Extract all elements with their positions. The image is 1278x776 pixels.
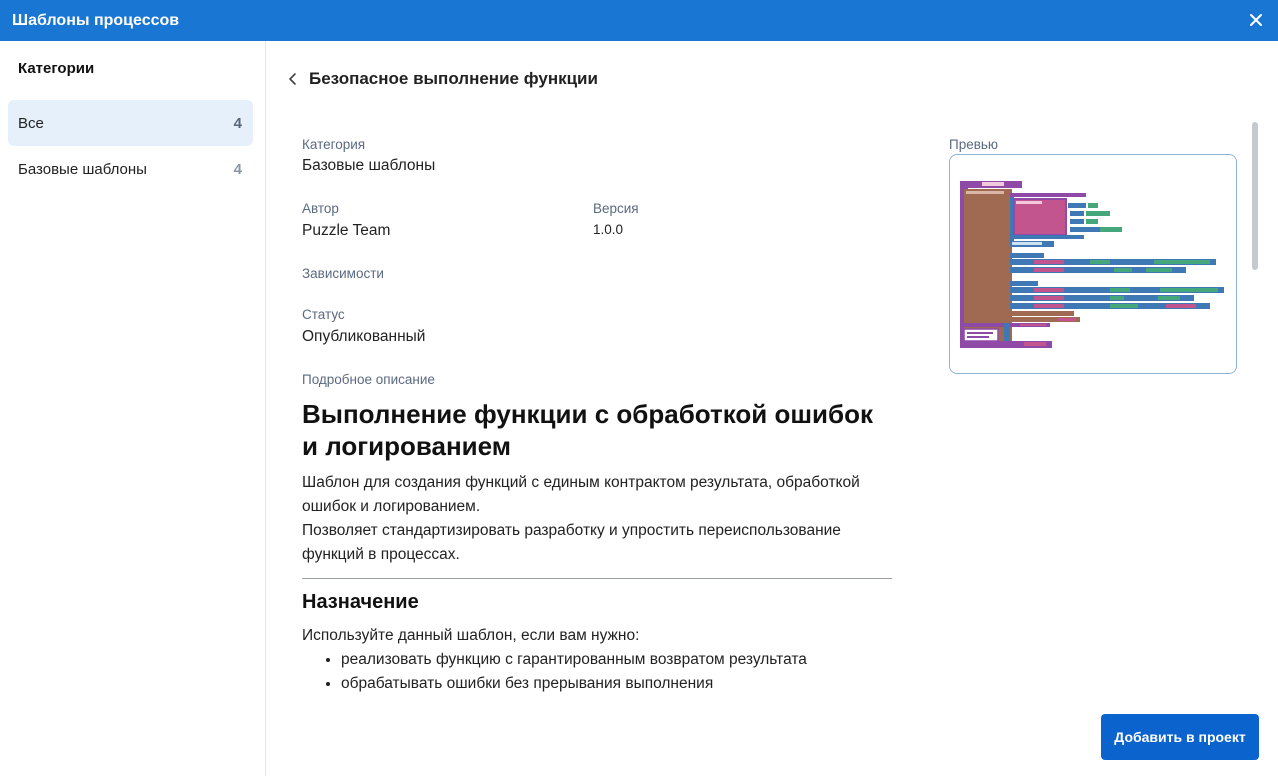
description-paragraph-2: Позволяет стандартизировать разработку и… [302, 522, 841, 563]
list-item: реализовать функцию с гарантированным во… [341, 648, 892, 672]
status-field-label: Статус [302, 307, 345, 322]
preview-thumbnail[interactable] [949, 154, 1237, 374]
purpose-list: реализовать функцию с гарантированным во… [341, 648, 892, 696]
section-divider [302, 578, 892, 579]
category-field-value: Базовые шаблоны [302, 157, 436, 174]
author-field-label: Автор [302, 201, 339, 216]
purpose-intro: Используйте данный шаблон, если вам нужн… [302, 627, 640, 644]
author-field-value: Puzzle Team [302, 222, 391, 239]
version-field-value: 1.0.0 [593, 222, 624, 237]
list-item: обрабатывать ошибки без прерывания выпол… [341, 672, 892, 696]
window-header: Шаблоны процессов [0, 0, 1278, 41]
categories-sidebar: Категории Все 4 Базовые шаблоны 4 [0, 41, 266, 776]
sidebar-item-base-templates[interactable]: Базовые шаблоны 4 [8, 146, 253, 192]
template-title: Безопасное выполнение функции [309, 69, 598, 88]
scrollbar-thumb[interactable] [1252, 122, 1258, 270]
sidebar-item-all[interactable]: Все 4 [8, 100, 253, 146]
category-count: 4 [233, 160, 242, 178]
close-icon [1250, 14, 1262, 26]
back-button[interactable]: Безопасное выполнение функции [286, 69, 598, 89]
purpose-heading: Назначение [302, 591, 419, 613]
blocks-diagram-thumbnail [960, 181, 1224, 348]
version-field-label: Версия [593, 201, 639, 216]
categories-heading: Категории [18, 60, 95, 77]
description-content: Выполнение функции с обработкой ошибок и… [302, 398, 892, 696]
category-field-label: Категория [302, 137, 366, 152]
template-detail: Безопасное выполнение функции Категория … [266, 41, 1278, 776]
description-heading: Выполнение функции с обработкой ошибок и… [302, 399, 873, 461]
preview-label: Превью [949, 137, 999, 152]
add-to-project-button[interactable]: Добавить в проект [1101, 714, 1259, 760]
description-field-label: Подробное описание [302, 372, 435, 387]
dependencies-field-label: Зависимости [302, 266, 384, 281]
chevron-left-icon [289, 73, 296, 85]
category-label: Базовые шаблоны [18, 160, 147, 178]
window-title: Шаблоны процессов [12, 11, 180, 29]
status-field-value: Опубликованный [302, 328, 426, 345]
close-button[interactable] [1244, 8, 1268, 32]
category-count: 4 [233, 114, 242, 132]
description-paragraph-1: Шаблон для создания функций с единым кон… [302, 474, 860, 515]
category-label: Все [18, 114, 44, 132]
